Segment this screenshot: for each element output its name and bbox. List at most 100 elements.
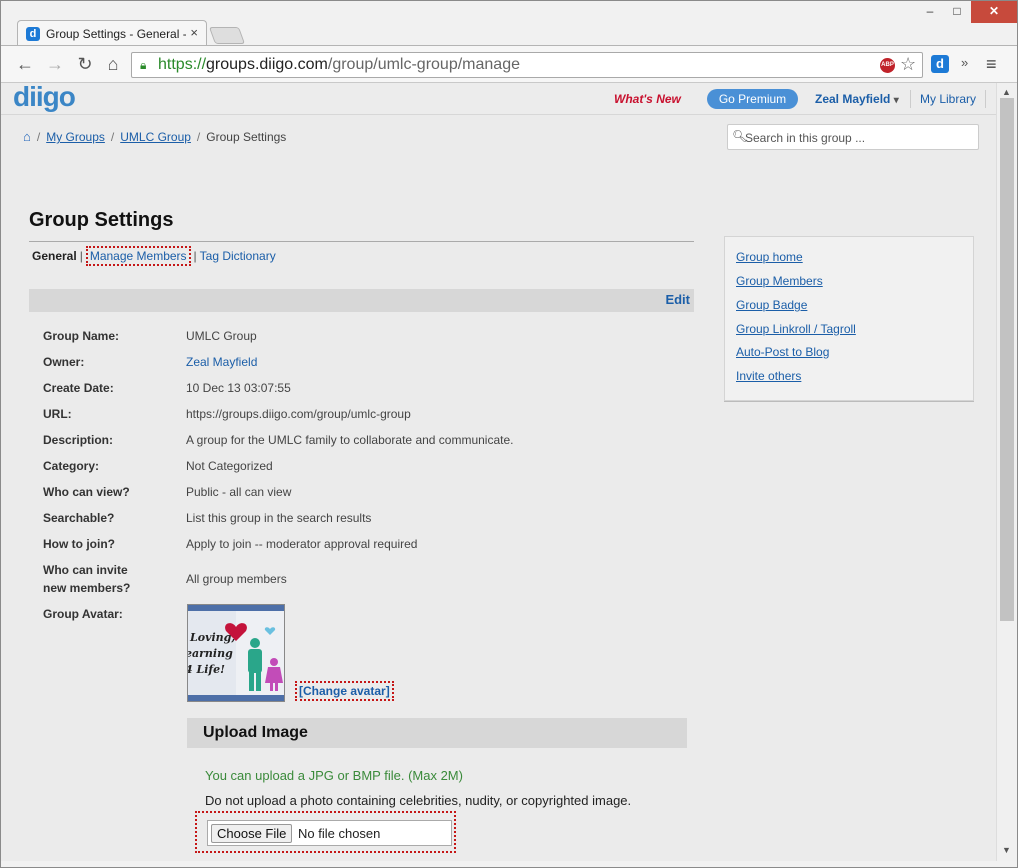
group-avatar-image: Loving, earning 4 Life! [187,604,285,702]
user-menu[interactable]: Zeal Mayfield ▾ [815,92,899,106]
scroll-up-arrow-icon[interactable]: ▲ [1002,87,1011,97]
breadcrumb-umlc-group[interactable]: UMLC Group [120,130,191,144]
browser-toolbar: ← → ↻ ⌂ 🔒︎ https://groups.diigo.com/grou… [1,45,1017,83]
divider [910,90,911,108]
new-tab-button[interactable] [208,27,246,44]
vertical-scrollbar[interactable]: ▲ ▼ [996,83,1017,861]
menu-icon[interactable]: ≡ [986,54,997,75]
breadcrumb-separator: / [110,130,115,144]
detail-label: Group Avatar: [43,607,123,621]
address-bar[interactable]: 🔒︎ https://groups.diigo.com/group/umlc-g… [131,52,923,78]
no-file-label: No file chosen [298,826,381,841]
browser-window: d Group Settings - General - × – □ ✕ ← →… [0,0,1018,868]
more-extensions-icon[interactable]: » [961,55,968,70]
group-search-box[interactable]: 🔍︎ [727,124,979,150]
home-icon[interactable]: ⌂ [23,129,31,144]
sidebar-item-invite-others[interactable]: Invite others [736,369,801,383]
tab-close-icon[interactable]: × [190,25,198,40]
upload-image-header: Upload Image [187,718,687,748]
search-input[interactable] [745,129,973,146]
detail-value: https://groups.diigo.com/group/umlc-grou… [186,407,411,421]
detail-label: Searchable? [43,511,115,525]
adblock-icon[interactable]: ABP [880,58,895,73]
minimize-button[interactable]: – [917,1,943,23]
maximize-button[interactable]: □ [944,1,970,23]
divider [985,90,986,108]
avatar-text-line: earning [187,647,233,660]
page-content: diigo What's New Go Premium Zeal Mayfiel… [1,83,996,861]
detail-label: Group Name: [43,329,120,343]
tab-tag-dictionary[interactable]: Tag Dictionary [200,249,276,263]
detail-value: All group members [186,572,287,586]
browser-tab[interactable]: d Group Settings - General - × [17,20,207,46]
breadcrumb-current: Group Settings [206,130,287,144]
detail-label: Category: [43,459,100,473]
divider [29,241,694,242]
diigo-logo[interactable]: diigo [13,83,76,113]
detail-value: Public - all can view [186,485,292,499]
reload-icon[interactable]: ↻ [73,52,97,76]
detail-label: How to join? [43,537,115,551]
breadcrumb-separator: / [196,130,201,144]
upload-heading: Upload Image [203,724,308,741]
choose-file-button[interactable]: Choose File [211,824,293,843]
avatar-text-line: 4 Life! [187,663,225,676]
my-library-link[interactable]: My Library [920,92,976,106]
scroll-down-arrow-icon[interactable]: ▼ [1002,845,1011,855]
title-bar: d Group Settings - General - × – □ ✕ [1,1,1017,46]
detail-value: Apply to join -- moderator approval requ… [186,537,418,551]
subnav-separator: | [79,249,83,263]
upload-warning: Do not upload a photo containing celebri… [205,793,632,808]
bookmark-star-icon[interactable]: ☆ [900,54,916,75]
page-title: Group Settings [29,209,174,231]
whats-new-link[interactable]: What's New [614,92,681,106]
detail-label: Create Date: [43,381,114,395]
sidebar-item-auto-post-blog[interactable]: Auto-Post to Blog [736,345,829,359]
detail-value: UMLC Group [186,329,257,343]
breadcrumb-my-groups[interactable]: My Groups [46,130,105,144]
breadcrumb: ⌂ / My Groups / UMLC Group / Group Settings [23,129,286,144]
back-arrow-icon[interactable]: ← [13,52,37,76]
breadcrumb-separator: / [36,130,41,144]
home-icon[interactable]: ⌂ [101,52,125,76]
diigo-favicon-icon: d [26,27,40,41]
file-input[interactable]: Choose File No file chosen [207,820,452,846]
tab-title: Group Settings - General - [46,27,186,41]
details-header-bar: Edit [29,289,694,312]
chevron-down-icon: ▾ [893,95,899,106]
tab-general[interactable]: General [32,249,77,263]
sidebar-item-group-members[interactable]: Group Members [736,274,823,288]
sidebar-item-group-badge[interactable]: Group Badge [736,298,807,312]
detail-label: Description: [43,433,114,447]
detail-label: URL: [43,407,72,421]
detail-value: Not Categorized [186,459,273,473]
url-text[interactable]: https://groups.diigo.com/group/umlc-grou… [158,56,520,74]
avatar-text-line: Loving, [190,631,236,644]
settings-subnav: General | Manage Members | Tag Dictionary [32,246,276,266]
diigo-extension-icon[interactable]: d [931,55,949,73]
change-avatar-link[interactable]: [Change avatar] [295,681,394,701]
url-path: /group/umlc-group/manage [327,56,520,73]
url-host: groups.diigo.com [206,56,328,73]
subnav-separator: | [193,249,197,263]
forward-arrow-icon[interactable]: → [43,52,67,76]
file-input-highlight: Choose File No file chosen [195,811,456,853]
edit-link[interactable]: Edit [665,292,690,307]
go-premium-button[interactable]: Go Premium [707,89,798,109]
sidebar-item-group-home[interactable]: Group home [736,250,803,264]
detail-label: Who can invite new members? [43,563,131,595]
sidebar-item-linkroll-tagroll[interactable]: Group Linkroll / Tagroll [736,322,856,336]
close-window-button[interactable]: ✕ [971,1,1017,23]
tab-manage-members[interactable]: Manage Members [85,246,191,266]
group-sidebar: Group home Group Members Group Badge Gro… [724,236,974,401]
owner-link[interactable]: Zeal Mayfield [186,353,706,371]
upload-hint: You can upload a JPG or BMP file. (Max 2… [205,768,463,783]
detail-label: Owner: [43,355,85,369]
detail-value: List this group in the search results [186,511,372,525]
site-header: diigo What's New Go Premium Zeal Mayfiel… [1,83,996,115]
detail-value: A group for the UMLC family to collabora… [186,433,514,447]
detail-value: 10 Dec 13 03:07:55 [186,381,291,395]
url-scheme: https:// [158,56,207,73]
scrollbar-thumb[interactable] [1000,98,1014,621]
user-name: Zeal Mayfield [815,92,891,106]
